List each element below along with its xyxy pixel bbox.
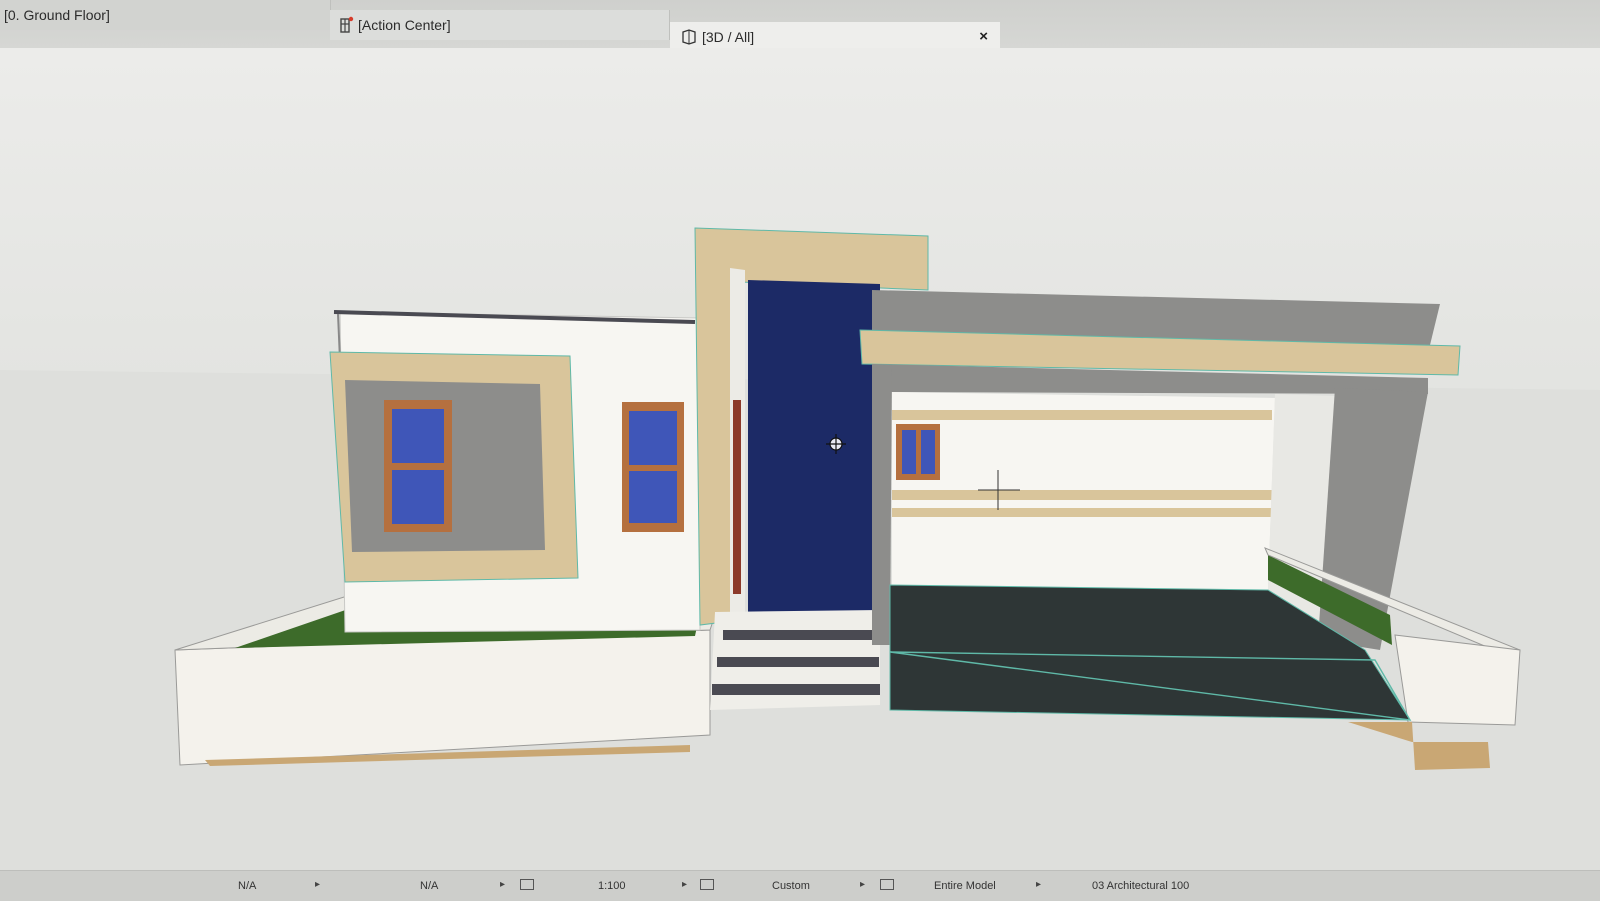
window-left-glass-bottom: [392, 470, 444, 524]
tab-ground-floor-label: [0. Ground Floor]: [4, 7, 110, 23]
status-field-2[interactable]: N/A: [420, 880, 438, 892]
status-bar: N/A ▸ N/A ▸ 1:100 ▸ Custom ▸ Entire Mode…: [0, 870, 1600, 901]
entire-model-arrow-icon[interactable]: ▸: [1036, 879, 1041, 890]
scale-icon: [520, 879, 534, 890]
tab-ground-floor[interactable]: [0. Ground Floor]: [0, 0, 331, 30]
window-small-glass-left: [902, 430, 916, 474]
layer-icon: [700, 879, 714, 890]
status-field-1-arrow-icon[interactable]: ▸: [315, 879, 320, 890]
custom-arrow-icon[interactable]: ▸: [860, 879, 865, 890]
window-left-glass-top: [392, 409, 444, 463]
step-tread-2: [717, 657, 879, 667]
step-tread-1: [723, 630, 878, 640]
close-icon[interactable]: ×: [979, 28, 988, 45]
tab-action-center-label: [Action Center]: [358, 17, 451, 33]
window-middle-glass-bottom: [629, 471, 677, 523]
right-planter-wall: [1394, 634, 1521, 726]
status-field-2-arrow-icon[interactable]: ▸: [500, 879, 505, 890]
window-small-glass-right: [921, 430, 935, 474]
wall-tan-band-2: [892, 490, 1272, 500]
wall-tan-band-3: [892, 508, 1272, 517]
entire-model-value[interactable]: Entire Model: [934, 880, 996, 892]
scale-arrow-icon[interactable]: ▸: [682, 879, 687, 890]
3d-viewport[interactable]: [0, 48, 1600, 870]
house-model: [0, 227, 1600, 870]
custom-value[interactable]: Custom: [772, 880, 810, 892]
window-middle-glass-top: [629, 411, 677, 465]
3d-view-icon: [682, 29, 696, 45]
tab-3d-all-label: [3D / All]: [702, 29, 755, 45]
layer-combo-value[interactable]: 03 Architectural 100: [1092, 880, 1189, 892]
step-tread-3: [712, 684, 880, 695]
status-field-1[interactable]: N/A: [238, 880, 256, 892]
action-center-icon: [340, 16, 354, 33]
tab-action-center[interactable]: [Action Center]: [330, 10, 670, 40]
side-door-strip: [733, 400, 741, 594]
model-icon: [880, 879, 894, 890]
tab-bar: [0. Ground Floor] [Action Center] [3D / …: [0, 0, 1600, 52]
scale-value[interactable]: 1:100: [598, 880, 626, 892]
carport-column-left: [872, 364, 892, 645]
wall-tan-band-1: [892, 410, 1272, 420]
